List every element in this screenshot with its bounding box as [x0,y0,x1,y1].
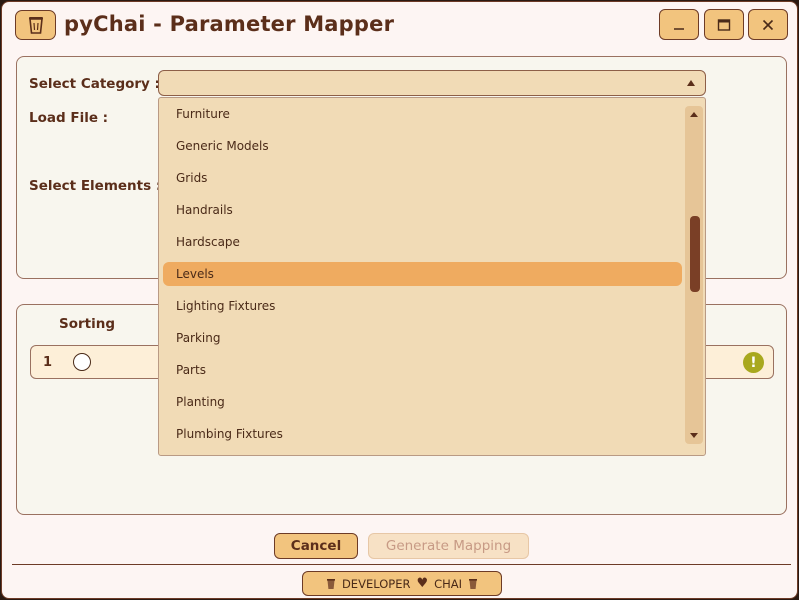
dropdown-item-selected[interactable]: Levels [163,262,682,286]
select-elements-label: Select Elements : [29,178,162,194]
minimize-button[interactable] [659,9,699,40]
close-icon [762,19,774,30]
app-window: pyChai - Parameter Mapper Select Categor… [1,1,798,599]
dropdown-item[interactable]: Plumbing Fixtures [163,422,682,446]
chevron-up-icon [687,80,695,86]
dropdown-scrollbar[interactable] [685,106,703,444]
scroll-down-icon[interactable] [690,433,698,438]
scrollbar-thumb[interactable] [690,216,700,292]
developer-label: DEVELOPER [341,576,411,591]
cancel-button[interactable]: Cancel [274,533,358,559]
warning-icon: ! [743,352,764,373]
dropdown-item[interactable]: Lighting Fixtures [163,294,682,318]
scroll-up-icon[interactable] [690,112,698,117]
dropdown-item[interactable]: Handrails [163,198,682,222]
dropdown-item[interactable]: Generic Models [163,134,682,158]
dropdown-item[interactable]: Hardscape [163,230,682,254]
developer-chai-button[interactable]: DEVELOPER ♥ CHAI [302,571,502,596]
category-dropdown-list: Furniture Generic Models Grids Handrails… [158,97,706,456]
row-number: 1 [43,355,53,370]
chai-label: CHAI [434,576,463,591]
coffee-cup-icon [469,578,478,589]
maximize-button[interactable] [704,9,744,40]
dropdown-item[interactable]: Planting [163,390,682,414]
heart-icon: ♥ [416,576,429,591]
close-button[interactable] [748,9,788,40]
select-category-label: Select Category : [29,76,160,92]
load-file-label: Load File : [29,110,109,126]
category-combobox[interactable] [158,70,706,96]
dropdown-item[interactable]: Grids [163,166,682,190]
minimize-icon [674,27,684,30]
dropdown-item[interactable]: Furniture [163,102,682,126]
row-radio[interactable] [73,353,91,371]
dropdown-item[interactable]: Parts [163,358,682,382]
coffee-cup-icon [326,578,335,589]
coffee-cup-icon[interactable] [15,10,56,40]
generate-mapping-button[interactable]: Generate Mapping [368,533,529,559]
footer-divider [12,564,791,565]
maximize-icon [717,18,731,31]
dropdown-item[interactable]: Parking [163,326,682,350]
sorting-header: Sorting [59,316,116,332]
window-title: pyChai - Parameter Mapper [64,12,395,36]
